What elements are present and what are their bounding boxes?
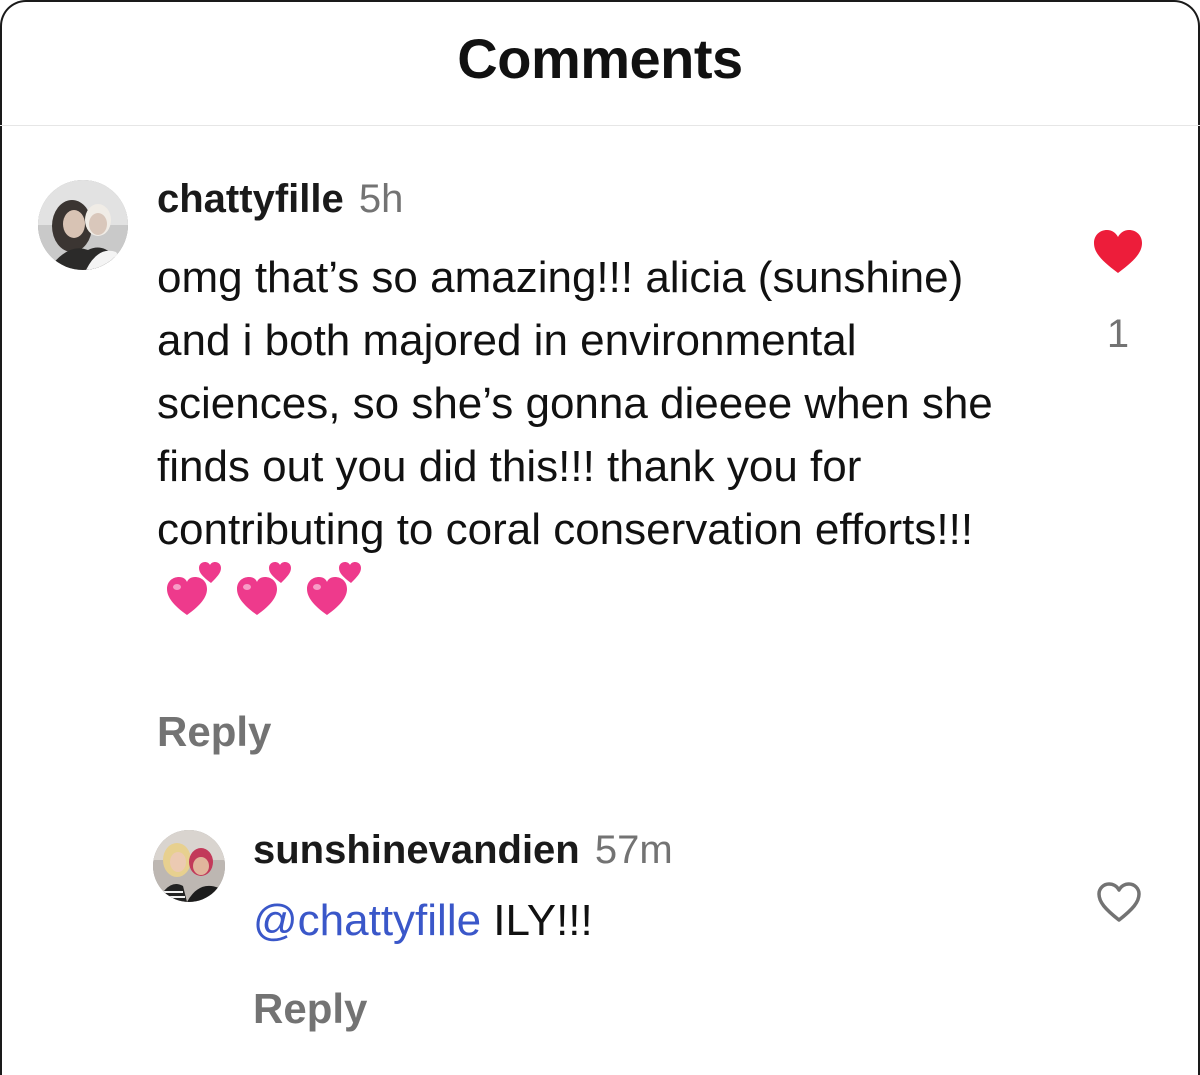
heart-filled-icon [1094, 230, 1142, 273]
timestamp: 5h [358, 177, 404, 221]
username[interactable]: sunshinevandien [253, 828, 580, 872]
mention-link[interactable]: @chattyfille [253, 896, 481, 945]
page-title: Comments [457, 27, 743, 90]
user-avatar-photo [153, 830, 225, 902]
two-hearts-icon [167, 562, 221, 615]
heart-outline-icon [1097, 882, 1141, 922]
like-button[interactable] [1095, 880, 1143, 924]
avatar[interactable] [38, 180, 128, 270]
comment-body: @chattyfille ILY!!! [253, 896, 593, 946]
like-count[interactable]: 1 [1096, 312, 1140, 357]
avatar[interactable] [153, 830, 225, 902]
comment-text: omg that’s so amazing!!! alicia (sunshin… [157, 253, 993, 554]
user-avatar-photo [38, 180, 128, 270]
comment-text: ILY!!! [481, 896, 593, 945]
username[interactable]: chattyfille [157, 177, 344, 221]
like-button[interactable] [1092, 229, 1144, 275]
comment-body: omg that’s so amazing!!! alicia (sunshin… [157, 246, 1037, 636]
comment-author-line: sunshinevandien 57m [253, 828, 673, 873]
timestamp: 57m [594, 828, 673, 872]
reply-button[interactable]: Reply [253, 985, 367, 1033]
comment-author-line: chattyfille 5h [157, 177, 403, 222]
comments-header: Comments [0, 0, 1200, 126]
reply-button[interactable]: Reply [157, 708, 271, 756]
two-hearts-emoji-icon [165, 561, 365, 636]
